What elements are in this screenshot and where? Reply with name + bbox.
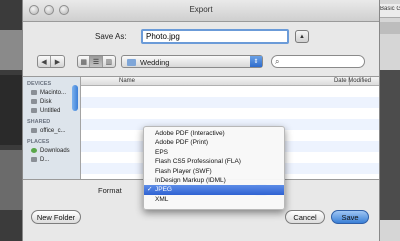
menu-item-pdf-print[interactable]: Adobe PDF (Print): [144, 138, 284, 147]
popup-arrows-icon: ⇕: [250, 56, 262, 67]
sidebar-item-label: office_c...: [40, 127, 66, 134]
folder-icon: [127, 59, 136, 66]
downloads-icon: [31, 148, 37, 153]
menu-item-eps[interactable]: EPS: [144, 148, 284, 157]
save-as-label: Save As:: [95, 32, 127, 41]
menu-item-idml[interactable]: InDesign Markup (IDML): [144, 176, 284, 185]
hard-drive-icon: [31, 90, 37, 95]
background-image-1: [0, 30, 22, 70]
filename-input[interactable]: [141, 29, 289, 44]
sidebar-item-downloads[interactable]: Downloads: [23, 146, 80, 155]
new-folder-button[interactable]: New Folder: [31, 210, 81, 224]
column-name-header[interactable]: Name: [119, 78, 135, 84]
menu-item-label: JPEG: [155, 186, 172, 194]
sidebar-header-places: PLACES: [27, 139, 50, 145]
sidebar-item-label: Downloads: [40, 147, 70, 154]
expand-dialog-button[interactable]: ▲: [295, 30, 309, 43]
column-date-header[interactable]: Date Modified: [334, 78, 371, 84]
dialog-title: Export: [189, 5, 213, 14]
sidebar-item-label: Disk: [40, 98, 52, 105]
search-icon: ⌕: [275, 57, 280, 66]
sidebar-item-place[interactable]: D...: [23, 155, 80, 164]
computer-icon: [31, 128, 37, 133]
sidebar-item-label: Untitled: [40, 107, 61, 114]
browser-toolbar: ◀ ▶ ▦ ☰ ▥ Wedding ⇕ ⌕: [23, 55, 379, 71]
background-image: [380, 70, 400, 220]
menu-item-jpeg[interactable]: ✓ JPEG: [144, 185, 284, 195]
sidebar-item-office[interactable]: office_c...: [23, 126, 80, 135]
menu-item-fla[interactable]: Flash CS5 Professional (FLA): [144, 157, 284, 166]
column-view-icon[interactable]: ▥: [103, 56, 115, 67]
list-view-icon[interactable]: ☰: [90, 56, 103, 67]
list-row: [81, 97, 379, 108]
sidebar-item-label: D...: [40, 156, 50, 163]
sidebar-header-shared: SHARED: [27, 119, 51, 125]
background-image-3: [0, 150, 22, 210]
format-menu: Adobe PDF (Interactive) Adobe PDF (Print…: [143, 126, 285, 210]
export-dialog: Export Save As: ▲ ◀ ▶ ▦ ☰ ▥ Wedding ⇕ ⌕ …: [22, 0, 380, 241]
sidebar-scrollbar[interactable]: [72, 85, 78, 111]
list-row: [81, 86, 379, 97]
location-label: Wedding: [140, 58, 170, 67]
forward-icon[interactable]: ▶: [51, 56, 64, 67]
cancel-button[interactable]: Cancel: [285, 210, 325, 224]
list-row: [81, 108, 379, 119]
title-bar: Export: [23, 0, 379, 22]
icon-view-icon[interactable]: ▦: [78, 56, 91, 67]
disk-icon: [31, 108, 37, 113]
menu-item-xml[interactable]: XML: [144, 195, 284, 204]
background-bar: [380, 22, 400, 34]
back-icon[interactable]: ◀: [38, 56, 51, 67]
format-label: Format: [98, 186, 122, 195]
back-forward-control: ◀ ▶: [37, 55, 65, 68]
checkmark-icon: ✓: [147, 186, 153, 194]
background-app-panel: [380, 0, 400, 241]
background-photo-strip: [0, 0, 22, 241]
background-tab-label: Basic Grap: [380, 6, 400, 12]
sidebar: DEVICES Macinto... Disk Untitled SHARED …: [23, 77, 81, 179]
menu-item-swf[interactable]: Flash Player (SWF): [144, 167, 284, 176]
view-mode-control: ▦ ☰ ▥: [77, 55, 116, 68]
background-image-2: [0, 75, 22, 145]
disk-icon: [31, 99, 37, 104]
column-header: Name Date Modified: [81, 77, 379, 86]
menu-item-pdf-interactive[interactable]: Adobe PDF (Interactive): [144, 129, 284, 138]
sidebar-item-label: Macinto...: [40, 89, 67, 96]
save-button[interactable]: Save: [331, 210, 369, 224]
save-as-row: Save As: ▲: [23, 29, 379, 45]
folder-icon: [31, 157, 37, 162]
location-popup[interactable]: Wedding ⇕: [121, 55, 263, 68]
search-field[interactable]: ⌕: [271, 55, 365, 68]
